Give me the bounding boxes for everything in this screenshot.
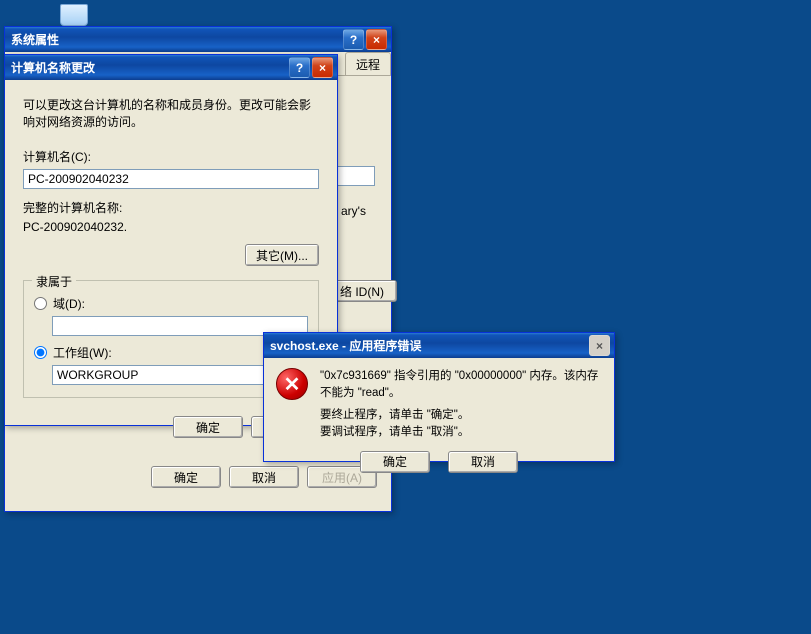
close-icon[interactable]: × [589,335,610,356]
computer-name-label: 计算机名(C): [23,148,319,165]
application-error-dialog: svchost.exe - 应用程序错误 × ✕ "0x7c931669" 指令… [263,332,615,462]
sysprops-desc-fragment: ary's [341,204,366,218]
error-line3: 要调试程序，请单击 "取消"。 [320,424,600,441]
workgroup-radio-label: 工作组(W): [53,344,112,361]
computer-name-input[interactable] [23,169,319,189]
workgroup-radio[interactable] [34,346,47,359]
sysprops-ok-button[interactable]: 确定 [151,466,221,488]
domain-radio-label: 域(D): [53,295,85,312]
error-titlebar[interactable]: svchost.exe - 应用程序错误 × [264,333,614,358]
domain-radio[interactable] [34,297,47,310]
full-name-value: PC-200902040232. [23,220,319,234]
error-icon: ✕ [276,368,308,400]
error-ok-button[interactable]: 确定 [360,451,430,473]
error-line2: 要终止程序，请单击 "确定"。 [320,407,600,424]
tab-remote[interactable]: 远程 [345,52,391,75]
error-cancel-button[interactable]: 取消 [448,451,518,473]
error-title: svchost.exe - 应用程序错误 [270,337,587,354]
rename-title: 计算机名称更改 [11,59,287,76]
rename-ok-button[interactable]: 确定 [173,416,243,438]
full-name-label: 完整的计算机名称: [23,199,319,216]
error-line1: "0x7c931669" 指令引用的 "0x00000000" 内存。该内存不能… [320,368,600,401]
member-of-legend: 隶属于 [32,273,76,290]
system-properties-titlebar[interactable]: 系统属性 ? × [5,27,391,52]
close-icon[interactable]: × [312,57,333,78]
help-icon[interactable]: ? [289,57,310,78]
desktop-monitor-icon[interactable] [60,4,88,26]
other-button[interactable]: 其它(M)... [245,244,319,266]
close-icon[interactable]: × [366,29,387,50]
system-properties-title: 系统属性 [11,31,341,48]
rename-titlebar[interactable]: 计算机名称更改 ? × [5,55,337,80]
help-icon[interactable]: ? [343,29,364,50]
rename-intro-text: 可以更改这台计算机的名称和成员身份。更改可能会影响对网络资源的访问。 [23,96,319,130]
